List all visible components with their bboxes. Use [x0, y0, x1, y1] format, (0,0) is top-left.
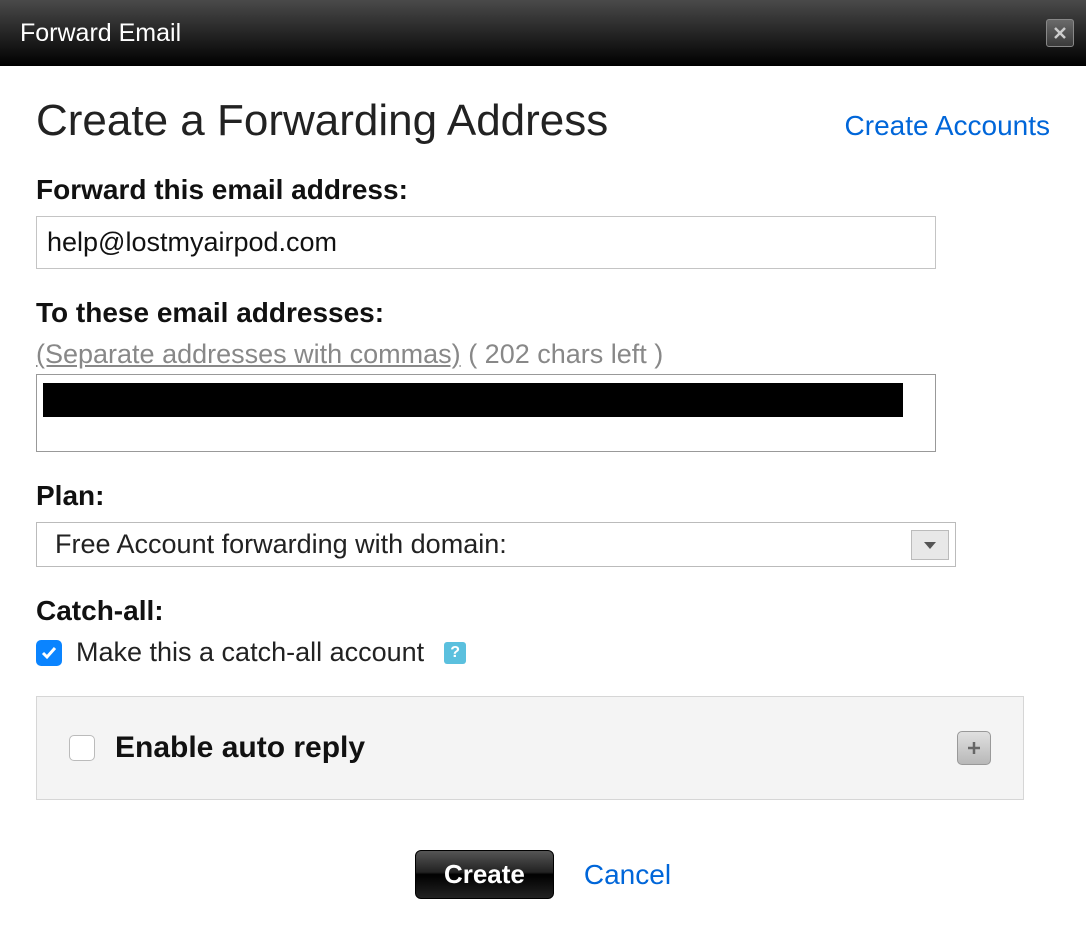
dropdown-caret — [911, 530, 949, 560]
autoreply-panel: Enable auto reply — [36, 696, 1024, 800]
close-icon — [1052, 25, 1068, 41]
dialog-title: Forward Email — [20, 19, 181, 48]
redacted-content — [43, 383, 903, 417]
forward-from-input[interactable] — [36, 216, 936, 269]
catchall-row: Make this a catch-all account ? — [36, 637, 1050, 668]
chevron-down-icon — [923, 540, 937, 550]
header-row: Create a Forwarding Address Create Accou… — [36, 96, 1050, 146]
catchall-label: Catch-all: — [36, 595, 1050, 627]
catchall-checkbox-label: Make this a catch-all account — [76, 637, 424, 668]
plan-select[interactable]: Free Account forwarding with domain: — [36, 522, 956, 567]
check-icon — [40, 644, 58, 662]
plan-selected-value: Free Account forwarding with domain: — [55, 529, 507, 560]
catchall-checkbox[interactable] — [36, 640, 62, 666]
dialog-titlebar: Forward Email — [0, 0, 1086, 66]
forward-to-label: To these email addresses: — [36, 297, 1050, 329]
plus-icon — [965, 739, 983, 757]
button-row: Create Cancel — [36, 850, 1050, 899]
expand-button[interactable] — [957, 731, 991, 765]
plan-label: Plan: — [36, 480, 1050, 512]
create-button[interactable]: Create — [415, 850, 554, 899]
hint-separate: (Separate addresses with commas) — [36, 339, 461, 369]
dialog-content: Create a Forwarding Address Create Accou… — [0, 66, 1086, 939]
create-accounts-link[interactable]: Create Accounts — [845, 110, 1050, 142]
autoreply-checkbox[interactable] — [69, 735, 95, 761]
cancel-link[interactable]: Cancel — [584, 859, 671, 891]
page-heading: Create a Forwarding Address — [36, 96, 608, 146]
help-icon[interactable]: ? — [444, 642, 466, 664]
autoreply-left: Enable auto reply — [69, 731, 365, 765]
close-button[interactable] — [1046, 19, 1074, 47]
forward-from-label: Forward this email address: — [36, 174, 1050, 206]
forward-to-textarea[interactable] — [36, 374, 936, 452]
autoreply-label: Enable auto reply — [115, 731, 365, 765]
forward-to-hint: (Separate addresses with commas) ( 202 c… — [36, 339, 1050, 370]
hint-chars-left: ( 202 chars left ) — [468, 339, 663, 369]
